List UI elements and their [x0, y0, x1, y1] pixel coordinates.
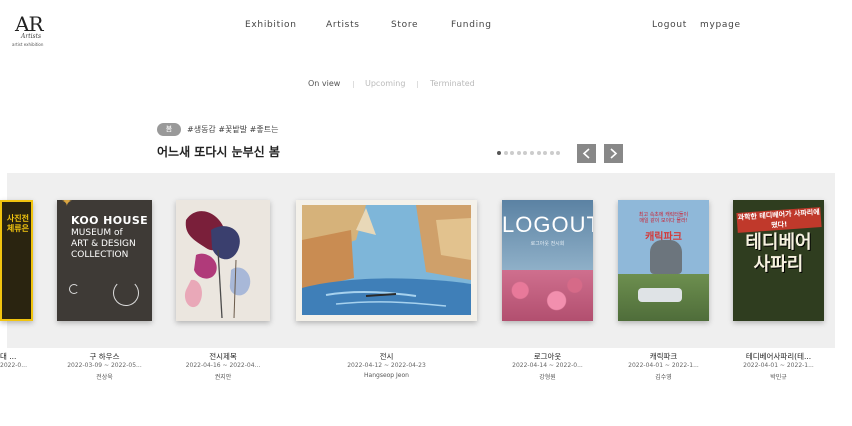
- venice-canal-painting-image: [296, 200, 477, 321]
- exhibition-card[interactable]: LOGOUT 로그아웃 전시회 로그아웃 2022-04-14 ~ 2022-0…: [502, 200, 593, 385]
- exhibition-artist[interactable]: 전상욱: [57, 372, 152, 381]
- exhibition-poster[interactable]: 최고 속초에 캐릭터들이 매일 같이 모이다 몰라! 캐릭파크: [618, 200, 709, 321]
- exhibition-title[interactable]: 캐릭파크: [618, 351, 709, 362]
- logout-link[interactable]: Logout: [652, 20, 687, 30]
- season-badge: 봄: [157, 123, 181, 136]
- exhibition-date: 2022-04-16 ~ 2022-04...: [185, 362, 261, 369]
- exhibition-date: 2022-03-09 ~ 2022-05...: [67, 362, 142, 369]
- tab-upcoming[interactable]: Upcoming: [365, 79, 405, 88]
- exhibition-card[interactable]: 최고 속초에 캐릭터들이 매일 같이 모이다 몰라! 캐릭파크 캐릭파크 202…: [618, 200, 709, 385]
- pagination-dot[interactable]: [516, 151, 521, 155]
- nav-artists[interactable]: Artists: [326, 20, 360, 30]
- nav-store[interactable]: Store: [391, 20, 418, 30]
- poster-caption: 과학한 테디베어가 사파리에 떴다!: [736, 207, 822, 233]
- exhibition-title[interactable]: 구 하우스: [57, 351, 152, 362]
- poster-title: LOGOUT: [502, 212, 593, 237]
- exhibition-card[interactable]: 전시 2022-04-12 ~ 2022-04-23 Hangseop Jeon: [296, 200, 477, 385]
- exhibition-poster[interactable]: [176, 200, 270, 321]
- logo-tagline: artist exhibition: [12, 42, 44, 47]
- exhibition-title[interactable]: 전시: [296, 351, 477, 362]
- exhibition-artist[interactable]: Hangseop Jeon: [296, 372, 477, 379]
- poster-graphic: [69, 284, 79, 294]
- logo-script: Artists: [21, 33, 42, 40]
- pagination-dot[interactable]: [523, 151, 528, 155]
- exhibition-artist[interactable]: 박민규: [733, 372, 824, 381]
- star-icon: ✦: [61, 200, 73, 210]
- exhibition-artist[interactable]: 강형원: [502, 372, 593, 381]
- exhibition-title[interactable]: 전시제목: [176, 351, 270, 362]
- tab-divider: [417, 81, 418, 88]
- exhibition-title[interactable]: 테디베어사파리(테...: [733, 351, 824, 362]
- exhibition-artist[interactable]: 김수영: [618, 372, 709, 381]
- carousel-next-button[interactable]: [604, 144, 623, 163]
- main-nav: Exhibition Artists Store Funding Logout …: [0, 20, 852, 34]
- exhibition-artist[interactable]: 권지안: [176, 372, 270, 381]
- season-title: 어느새 또다시 눈부신 봄: [157, 145, 280, 159]
- exhibition-poster[interactable]: 사진전 체류은: [0, 200, 33, 321]
- poster-title: KOO HOUSE: [71, 214, 149, 227]
- exhibition-date: 2022-0...: [0, 362, 27, 369]
- poster-title: 테디베어 사파리: [745, 232, 812, 275]
- poster-subtitle: MUSEUM of ART & DESIGN COLLECTION: [71, 228, 136, 260]
- nav-exhibition[interactable]: Exhibition: [245, 20, 297, 30]
- poster-flowers: [502, 270, 593, 321]
- exhibition-poster[interactable]: 과학한 테디베어가 사파리에 떴다! 테디베어 사파리: [733, 200, 824, 321]
- pagination-dot[interactable]: [503, 151, 508, 155]
- poster-text: 사진전 체류은: [6, 214, 29, 233]
- exhibition-card[interactable]: 사진전 체류은 대 ... 2022-0...: [0, 200, 40, 385]
- exhibition-card[interactable]: 전시제목 2022-04-16 ~ 2022-04... 권지안: [176, 200, 270, 385]
- tab-terminated[interactable]: Terminated: [430, 79, 475, 88]
- pagination-dot[interactable]: [556, 151, 561, 155]
- exhibition-date: 2022-04-12 ~ 2022-04-23: [347, 362, 426, 369]
- exhibition-date: 2022-04-14 ~ 2022-0...: [512, 362, 583, 369]
- mypage-link[interactable]: mypage: [700, 20, 741, 30]
- nav-funding[interactable]: Funding: [451, 20, 492, 30]
- pagination-dot[interactable]: [497, 151, 501, 155]
- exhibition-card[interactable]: 과학한 테디베어가 사파리에 떴다! 테디베어 사파리 테디베어사파리(테...…: [733, 200, 824, 385]
- exhibition-poster[interactable]: LOGOUT 로그아웃 전시회: [502, 200, 593, 321]
- status-tabs: On view Upcoming Terminated: [0, 79, 852, 91]
- abstract-painting-image: [176, 200, 270, 321]
- exhibition-card[interactable]: ✦ KOO HOUSE MUSEUM of ART & DESIGN COLLE…: [57, 200, 152, 385]
- poster-caption: 최고 속초에 캐릭터들이 매일 같이 모이다 몰라!: [638, 212, 689, 224]
- pagination-dot[interactable]: [530, 151, 534, 155]
- exhibition-title[interactable]: 로그아웃: [502, 351, 593, 362]
- gorilla-figure: [650, 240, 682, 274]
- pagination-dot[interactable]: [510, 151, 515, 155]
- poster-subtitle: 로그아웃 전시회: [530, 241, 565, 247]
- exhibition-poster[interactable]: [296, 200, 477, 321]
- car-figure: [638, 288, 682, 302]
- chevron-left-icon: [582, 148, 590, 159]
- carousel-prev-button[interactable]: [577, 144, 596, 163]
- pagination-dot[interactable]: [536, 151, 541, 155]
- tab-divider: [353, 81, 354, 88]
- exhibition-poster[interactable]: ✦ KOO HOUSE MUSEUM of ART & DESIGN COLLE…: [57, 200, 152, 321]
- tab-on-view[interactable]: On view: [308, 79, 340, 88]
- season-hashtags: #생동감 #꽃밭발 #좋트는: [187, 125, 279, 134]
- pagination-dot[interactable]: [549, 151, 554, 155]
- poster-graphic: [113, 280, 139, 306]
- chevron-right-icon: [610, 148, 618, 159]
- exhibition-date: 2022-04-01 ~ 2022-1...: [628, 362, 699, 369]
- pagination-dot[interactable]: [543, 151, 548, 155]
- exhibition-title[interactable]: 대 ...: [0, 351, 30, 362]
- exhibition-date: 2022-04-01 ~ 2022-1...: [743, 362, 814, 369]
